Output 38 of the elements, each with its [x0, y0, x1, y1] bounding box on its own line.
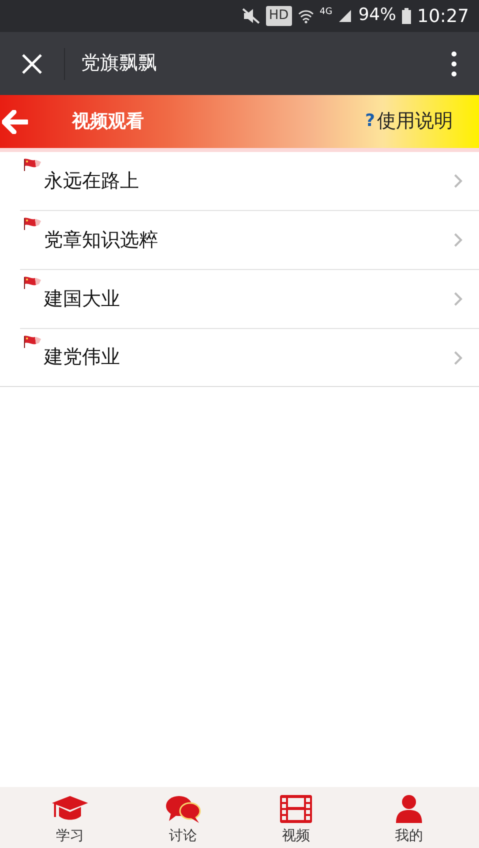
battery-percent: 94% — [358, 4, 396, 28]
person-icon — [393, 794, 425, 824]
item-label: 永远在路上 — [44, 168, 140, 194]
item-label: 建国大业 — [44, 286, 121, 312]
help-label: 使用说明 — [377, 109, 453, 134]
page-title: 视频观看 — [72, 110, 145, 134]
wifi-icon — [298, 8, 314, 24]
item-label: 党章知识选粹 — [44, 228, 159, 253]
network-badge: HD — [266, 6, 292, 26]
chat-bubbles-icon — [165, 794, 201, 824]
nav-tab[interactable]: 我的 — [374, 787, 444, 848]
more-icon — [451, 50, 457, 76]
chevron-icon — [453, 232, 463, 248]
chevron-icon — [453, 350, 463, 366]
back-arrow-icon — [2, 110, 28, 134]
nav-tab[interactable]: 讨论 — [148, 787, 218, 848]
clock: 10:27 — [417, 4, 469, 28]
nav-tab[interactable]: 视频 — [261, 787, 331, 848]
battery-icon — [402, 8, 412, 24]
muted-speaker-icon — [242, 8, 260, 24]
film-strip-icon — [278, 794, 314, 824]
list-item[interactable]: 建国大业 — [0, 270, 479, 328]
flag-icon — [22, 217, 42, 231]
chevron-icon — [453, 291, 463, 307]
flag-icon — [22, 158, 42, 172]
list-item[interactable]: 永远在路上 — [0, 152, 479, 210]
flag-icon — [22, 276, 42, 290]
signal-icon — [338, 9, 352, 23]
window-title: 党旗飘飘 — [81, 51, 158, 76]
item-label: 建党伟业 — [44, 345, 121, 370]
help-mark: ? — [365, 110, 375, 133]
close-icon — [21, 52, 43, 74]
chevron-icon — [453, 173, 463, 189]
list-item[interactable]: 党章知识选粹 — [0, 211, 479, 269]
help-button[interactable]: ?使用说明 — [365, 107, 453, 136]
flag-icon — [22, 335, 42, 349]
network-type: 4G — [320, 6, 332, 19]
nav-tab[interactable]: 学习 — [35, 787, 105, 848]
